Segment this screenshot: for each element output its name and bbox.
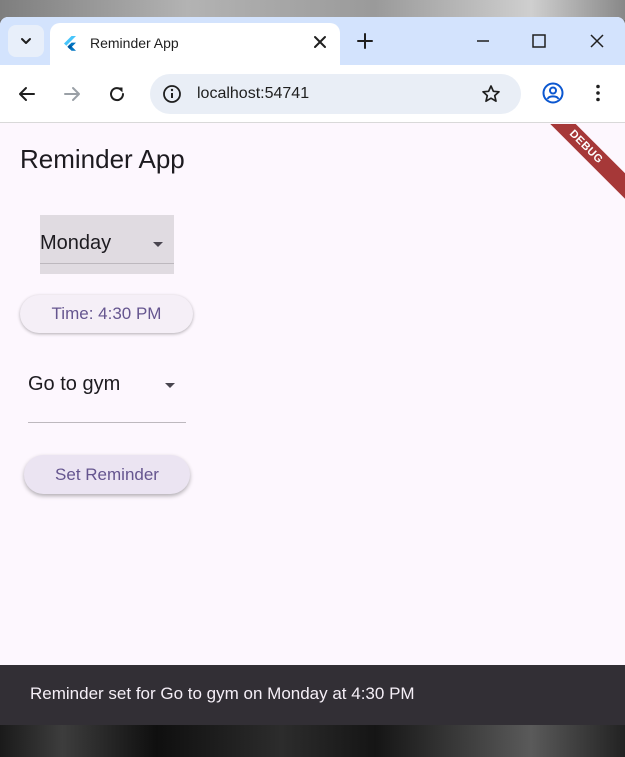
set-reminder-button[interactable]: Set Reminder (24, 455, 190, 494)
chevron-down-icon (21, 38, 31, 44)
close-window-icon[interactable] (588, 32, 606, 50)
bookmark-star-icon[interactable] (481, 84, 501, 104)
task-dropdown-underline (28, 422, 186, 423)
info-icon[interactable] (162, 84, 182, 104)
maximize-icon[interactable] (530, 32, 548, 50)
tab-close-icon[interactable] (311, 33, 329, 51)
snackbar: Reminder set for Go to gym on Monday at … (0, 665, 625, 725)
time-picker-button[interactable]: Time: 4:30 PM (20, 295, 193, 333)
address-bar[interactable]: localhost:54741 (150, 74, 521, 114)
kebab-menu-icon[interactable] (588, 83, 608, 103)
minimize-icon[interactable] (474, 32, 492, 50)
app-title: Reminder App (20, 144, 185, 174)
task-dropdown[interactable]: Go to gym (28, 370, 186, 423)
back-arrow-icon[interactable] (17, 84, 37, 104)
browser-window: Reminder App localhost:54741 DEBUG Remin… (0, 17, 625, 725)
forward-arrow-icon[interactable] (62, 84, 82, 104)
snackbar-message: Reminder set for Go to gym on Monday at … (30, 684, 415, 703)
day-dropdown-value: Monday (40, 232, 112, 254)
flutter-icon (64, 36, 76, 51)
browser-toolbar: localhost:54741 (0, 65, 625, 123)
reload-icon[interactable] (107, 84, 127, 104)
tab-title: Reminder App (90, 35, 179, 51)
day-dropdown-underline (40, 263, 174, 264)
app-content: DEBUG Reminder App Monday Time: 4:30 PM … (0, 124, 625, 725)
browser-titlebar: Reminder App (0, 17, 625, 65)
debug-banner: DEBUG (526, 124, 625, 207)
day-dropdown[interactable]: Monday (40, 215, 174, 274)
url-text[interactable]: localhost:54741 (197, 85, 309, 103)
dropdown-caret-icon (153, 242, 163, 247)
new-tab-plus-icon[interactable] (356, 32, 374, 50)
dropdown-caret-icon (165, 383, 175, 388)
tab-search-button[interactable] (8, 25, 44, 57)
desktop-background-bottom (0, 722, 625, 757)
account-icon[interactable] (542, 82, 564, 104)
task-dropdown-value: Go to gym (28, 373, 121, 395)
browser-tab[interactable]: Reminder App (50, 23, 340, 65)
